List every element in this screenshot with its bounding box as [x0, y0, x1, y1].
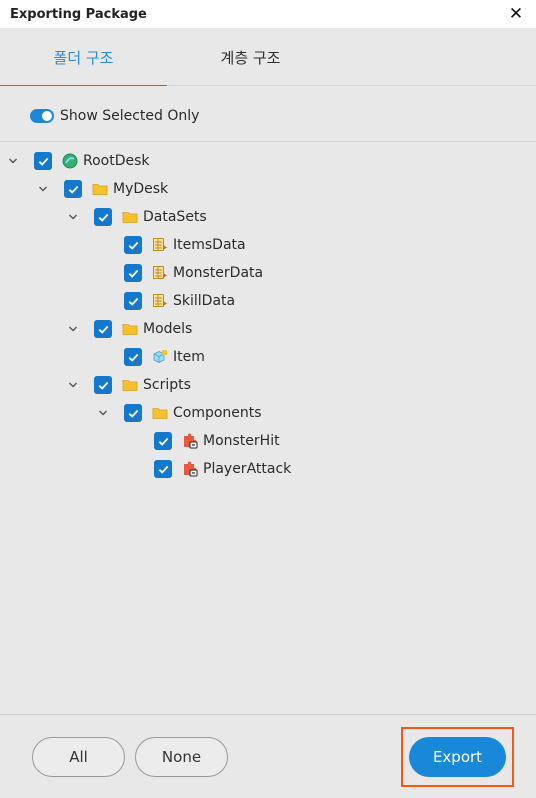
- tree-item-label: Scripts: [143, 377, 191, 393]
- script-icon: [182, 433, 198, 449]
- check-icon: [38, 157, 48, 166]
- tree-checkbox[interactable]: [124, 292, 142, 310]
- tree-item-label: Models: [143, 321, 193, 337]
- tree-item-label: PlayerAttack: [203, 461, 292, 477]
- script-icon: [182, 461, 198, 477]
- export-button[interactable]: Export: [409, 737, 506, 777]
- tree-row[interactable]: Components: [96, 399, 262, 427]
- chevron-down-icon[interactable]: [6, 154, 20, 168]
- footer: All None Export: [0, 714, 536, 798]
- tree-checkbox[interactable]: [94, 376, 112, 394]
- chevron-down-icon[interactable]: [96, 406, 110, 420]
- divider: [0, 141, 536, 142]
- tab-bar: 폴더 구조 계층 구조: [0, 28, 536, 87]
- tree-row[interactable]: Scripts: [66, 371, 191, 399]
- tree-checkbox[interactable]: [94, 320, 112, 338]
- tree-row[interactable]: MyDesk: [36, 175, 168, 203]
- tree-checkbox[interactable]: [124, 404, 142, 422]
- tree-checkbox[interactable]: [154, 432, 172, 450]
- check-icon: [128, 241, 138, 250]
- tree-checkbox[interactable]: [94, 208, 112, 226]
- check-icon: [158, 437, 168, 446]
- folder-icon: [92, 181, 108, 197]
- check-icon: [98, 213, 108, 222]
- tab-folder-structure[interactable]: 폴더 구조: [0, 28, 167, 87]
- tree-item-label: SkillData: [173, 293, 236, 309]
- globe-icon: [62, 153, 78, 169]
- check-icon: [128, 297, 138, 306]
- select-none-button[interactable]: None: [135, 737, 228, 777]
- check-icon: [128, 269, 138, 278]
- tree-item-label: RootDesk: [83, 153, 150, 169]
- tree-row[interactable]: Item: [96, 343, 205, 371]
- check-icon: [98, 325, 108, 334]
- folder-icon: [122, 209, 138, 225]
- tree-checkbox[interactable]: [154, 460, 172, 478]
- dataset-icon: [152, 293, 168, 309]
- window-title: Exporting Package: [10, 6, 147, 22]
- tree-row[interactable]: MonsterData: [96, 259, 263, 287]
- select-all-button[interactable]: All: [32, 737, 125, 777]
- tree-checkbox[interactable]: [64, 180, 82, 198]
- dataset-icon: [152, 265, 168, 281]
- check-icon: [158, 465, 168, 474]
- tree-row[interactable]: ItemsData: [96, 231, 246, 259]
- show-selected-only-row: Show Selected Only: [30, 106, 199, 126]
- tree-row[interactable]: Models: [66, 315, 192, 343]
- check-icon: [128, 409, 138, 418]
- close-icon[interactable]: ✕: [506, 4, 526, 24]
- show-selected-only-label: Show Selected Only: [60, 108, 200, 124]
- tree-item-label: MonsterHit: [203, 433, 280, 449]
- tab-hierarchy-structure[interactable]: 계층 구조: [167, 28, 334, 86]
- folder-icon: [122, 321, 138, 337]
- tree-row[interactable]: DataSets: [66, 203, 207, 231]
- tree-checkbox[interactable]: [124, 264, 142, 282]
- tree-item-label: MonsterData: [173, 265, 264, 281]
- tree-item-label: Item: [173, 349, 205, 365]
- show-selected-only-toggle[interactable]: [30, 109, 54, 123]
- tree-item-label: ItemsData: [173, 237, 246, 253]
- chevron-down-icon[interactable]: [66, 322, 80, 336]
- tree-row[interactable]: RootDesk: [6, 147, 150, 175]
- tree-item-label: MyDesk: [113, 181, 169, 197]
- check-icon: [128, 353, 138, 362]
- dataset-icon: [152, 237, 168, 253]
- tree-checkbox[interactable]: [124, 348, 142, 366]
- chevron-down-icon[interactable]: [66, 378, 80, 392]
- tree-row[interactable]: PlayerAttack: [126, 455, 291, 483]
- tree-checkbox[interactable]: [124, 236, 142, 254]
- chevron-down-icon[interactable]: [36, 182, 50, 196]
- folder-icon: [152, 405, 168, 421]
- title-bar: Exporting Package ✕: [0, 0, 536, 28]
- tree-checkbox[interactable]: [34, 152, 52, 170]
- folder-icon: [122, 377, 138, 393]
- model-icon: [152, 349, 168, 365]
- check-icon: [68, 185, 78, 194]
- tree-item-label: Components: [173, 405, 262, 421]
- chevron-down-icon[interactable]: [66, 210, 80, 224]
- tree-row[interactable]: SkillData: [96, 287, 235, 315]
- tree-item-label: DataSets: [143, 209, 207, 225]
- tree-row[interactable]: MonsterHit: [126, 427, 280, 455]
- check-icon: [98, 381, 108, 390]
- main-panel: Show Selected Only RootDesk MyDesk DataSet…: [0, 86, 536, 714]
